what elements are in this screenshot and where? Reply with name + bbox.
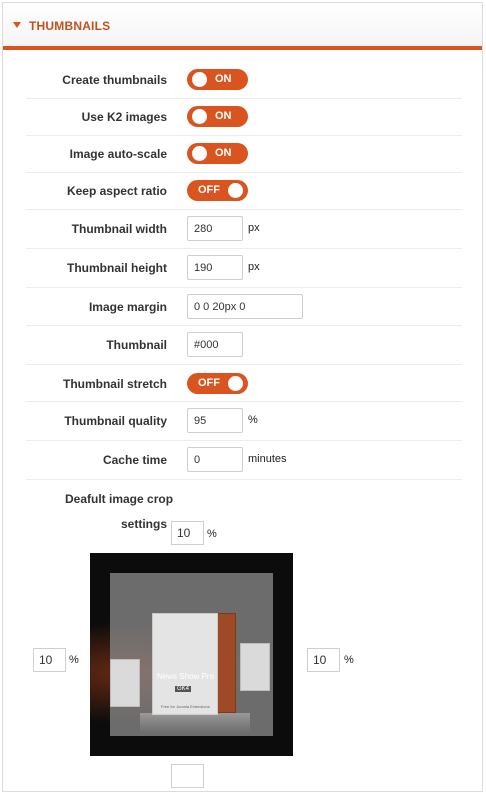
row-create-thumbnails: Create thumbnails ON bbox=[26, 62, 462, 99]
crop-top-input[interactable] bbox=[171, 521, 204, 545]
row-use-k2-images: Use K2 images ON bbox=[26, 99, 462, 136]
box-side bbox=[216, 613, 236, 713]
row-thumbnail-quality: Thumbnail quality % bbox=[26, 402, 462, 441]
crop-right-input[interactable] bbox=[307, 648, 340, 672]
crop-top-unit: % bbox=[207, 528, 217, 540]
row-thumbnail-height: Thumbnail height px bbox=[26, 249, 462, 288]
crop-preview-image: News Show Pro GK4 Free for Joomla Extens… bbox=[90, 553, 293, 756]
thumbnail-height-input[interactable] bbox=[187, 255, 243, 280]
keep-aspect-ratio-toggle[interactable]: OFF bbox=[187, 180, 248, 201]
panel-title: THUMBNAILS bbox=[29, 19, 111, 33]
image-margin-input[interactable] bbox=[187, 294, 303, 319]
cache-time-input[interactable] bbox=[187, 447, 243, 472]
use-k2-images-toggle[interactable]: ON bbox=[187, 106, 248, 127]
thumbnail-bg-input[interactable] bbox=[187, 332, 243, 357]
reflection bbox=[140, 713, 250, 733]
image-auto-scale-toggle[interactable]: ON bbox=[187, 143, 248, 164]
toggle-knob bbox=[228, 183, 243, 198]
thumbnail-width-input[interactable] bbox=[187, 216, 243, 241]
crop-overlay: News Show Pro GK4 Free for Joomla Extens… bbox=[110, 573, 273, 736]
create-thumbnails-label: Create thumbnails bbox=[62, 73, 167, 87]
row-keep-aspect-ratio: Keep aspect ratio OFF bbox=[26, 173, 462, 210]
thumbnail-height-unit: px bbox=[248, 261, 260, 273]
product-box: News Show Pro GK4 Free for Joomla Extens… bbox=[152, 613, 218, 715]
row-thumbnail-bg: Thumbnail bbox=[26, 326, 462, 365]
thumbnail-height-label: Thumbnail height bbox=[67, 261, 167, 275]
create-thumbnails-toggle[interactable]: ON bbox=[187, 69, 248, 90]
thumbnail-width-unit: px bbox=[248, 222, 260, 234]
toggle-state: ON bbox=[215, 110, 232, 122]
row-image-margin: Image margin bbox=[26, 288, 462, 326]
crop-bottom-input[interactable] bbox=[171, 764, 204, 788]
row-thumbnail-width: Thumbnail width px bbox=[26, 210, 462, 249]
cache-time-label: Cache time bbox=[102, 453, 167, 467]
panel-header[interactable]: THUMBNAILS bbox=[3, 3, 482, 50]
thumbnail-quality-input[interactable] bbox=[187, 408, 243, 433]
crop-left-unit: % bbox=[69, 654, 79, 666]
image-margin-label: Image margin bbox=[88, 300, 167, 314]
thumbnail-quality-label: Thumbnail quality bbox=[64, 414, 167, 428]
box-small-left bbox=[110, 659, 140, 707]
use-k2-images-label: Use K2 images bbox=[81, 110, 167, 124]
thumbnail-stretch-label: Thumbnail stretch bbox=[62, 377, 167, 391]
crop-label-line1: Deafult image crop bbox=[65, 492, 174, 506]
keep-aspect-ratio-label: Keep aspect ratio bbox=[66, 184, 167, 198]
row-image-auto-scale: Image auto-scale ON bbox=[26, 136, 462, 173]
toggle-knob bbox=[192, 109, 207, 124]
caret-down-icon[interactable] bbox=[13, 22, 21, 28]
thumbnail-stretch-toggle[interactable]: OFF bbox=[187, 373, 248, 394]
cache-time-unit: minutes bbox=[248, 453, 287, 465]
image-auto-scale-label: Image auto-scale bbox=[69, 147, 167, 161]
product-tag: Free for Joomla Extensions bbox=[161, 704, 210, 709]
toggle-state: ON bbox=[215, 73, 232, 85]
row-cache-time: Cache time minutes bbox=[26, 441, 462, 480]
thumbnail-width-label: Thumbnail width bbox=[71, 222, 167, 236]
thumbnail-bg-label: Thumbnail bbox=[106, 338, 167, 352]
product-name: News Show Pro bbox=[157, 672, 214, 681]
product-sub: GK4 bbox=[175, 686, 192, 692]
row-thumbnail-stretch: Thumbnail stretch OFF bbox=[26, 365, 462, 402]
crop-right-unit: % bbox=[344, 654, 354, 666]
toggle-knob bbox=[192, 146, 207, 161]
crop-label-line2: settings bbox=[121, 517, 168, 531]
box-small-right bbox=[240, 643, 270, 691]
crop-left-input[interactable] bbox=[33, 648, 66, 672]
toggle-state: ON bbox=[215, 147, 232, 159]
toggle-state: OFF bbox=[198, 377, 220, 389]
toggle-knob bbox=[192, 72, 207, 87]
thumbnail-quality-unit: % bbox=[248, 414, 258, 426]
toggle-state: OFF bbox=[198, 184, 220, 196]
toggle-knob bbox=[228, 376, 243, 391]
